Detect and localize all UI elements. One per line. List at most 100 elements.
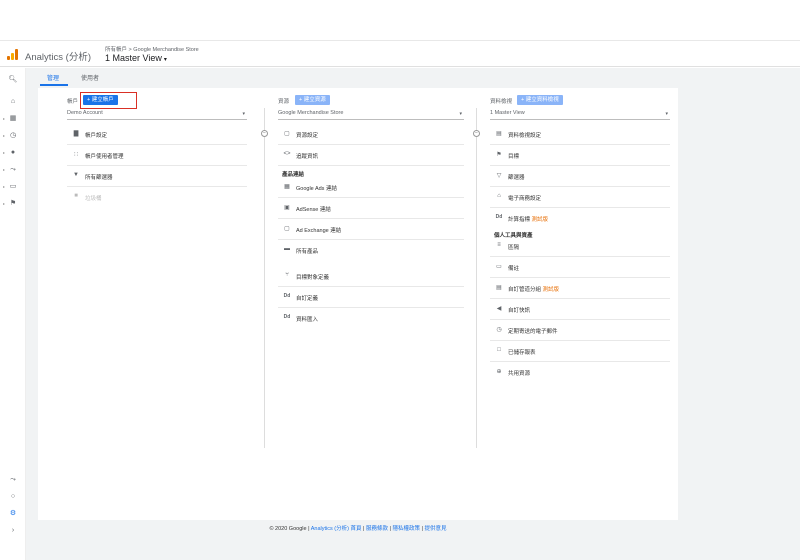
item-label: 自訂快訊 <box>508 308 531 314</box>
home-icon[interactable]: ⌂ <box>6 96 20 108</box>
trash-icon: ■ <box>74 193 78 199</box>
conversions-flag-icon[interactable]: ⚑ <box>6 198 20 210</box>
ads-icon: ▦ <box>284 184 290 190</box>
collapse-column-icon[interactable]: − <box>473 130 480 137</box>
attribution-icon[interactable]: ⤳ <box>6 474 20 486</box>
products-icon: ▬ <box>284 246 290 252</box>
item-label: 已儲存報表 <box>508 350 536 356</box>
tab-admin[interactable]: 管理 <box>47 73 59 82</box>
customization-icon[interactable]: ▦ <box>6 113 20 125</box>
top-blank-area <box>0 0 800 40</box>
app-bar: Analytics (分析) 所有帳戶 > Google Merchandise… <box>0 40 800 67</box>
footer-separator: | <box>363 526 365 532</box>
footer-link-feedback[interactable]: 提供意見 <box>425 526 447 532</box>
chevron-down-icon: ▾ <box>665 111 668 117</box>
audience-definitions-item[interactable]: ⑂ 目標對象定義 <box>278 266 464 287</box>
item-label: 所有產品 <box>296 249 319 255</box>
expand-nav-chevron-icon[interactable]: › <box>6 525 20 537</box>
discover-lightbulb-icon[interactable]: ○ <box>6 491 20 503</box>
breadcrumb[interactable]: 所有帳戶 > Google Merchandise Store <box>105 45 199 53</box>
custom-channel-grouping-item[interactable]: ▤ 自訂管道分組 測試版 <box>490 278 670 299</box>
view-dropdown[interactable]: 1 Master View ▾ <box>490 110 670 120</box>
channel-label: 自訂管道分組 <box>508 287 542 293</box>
property-dropdown-value: Google Merchandise Store <box>278 110 344 116</box>
annotations-item[interactable]: ▭ 備註 <box>490 257 670 278</box>
segments-item[interactable]: ≡ 區隔 <box>490 236 670 257</box>
view-settings-item[interactable]: ▤ 資料檢視設定 <box>490 124 670 145</box>
collapse-column-icon[interactable]: − <box>261 130 268 137</box>
item-label: 電子商務設定 <box>508 196 542 202</box>
view-name: 1 Master View <box>105 53 162 63</box>
google-ads-linking-item[interactable]: ▦ Google Ads 連結 <box>278 177 464 198</box>
create-property-button[interactable]: + 建立資源 <box>295 95 330 105</box>
all-filters-item[interactable]: ▼ 所有篩選器 <box>67 166 247 187</box>
ecommerce-settings-item[interactable]: ⌂ 電子商務設定 <box>490 187 670 208</box>
expand-arrow-icon[interactable]: ▸ <box>3 150 5 155</box>
footer-link-home[interactable]: Analytics (分析) 首頁 <box>311 526 362 532</box>
view-column-heading: 資料檢視 <box>490 99 513 105</box>
item-label: 篩選器 <box>508 175 525 181</box>
custom-alerts-item[interactable]: ◀ 自訂快訊 <box>490 299 670 320</box>
expand-arrow-icon[interactable]: ▸ <box>3 167 5 172</box>
beta-badge: 測試版 <box>531 217 549 223</box>
footer-link-terms[interactable]: 服務條款 <box>366 526 388 532</box>
property-dropdown[interactable]: Google Merchandise Store ▾ <box>278 110 464 120</box>
realtime-clock-icon[interactable]: ◷ <box>6 130 20 142</box>
goals-item[interactable]: ⚑ 目標 <box>490 145 670 166</box>
clock-icon: ◷ <box>496 327 502 333</box>
account-column-heading: 帳戶 <box>67 99 79 105</box>
share-assets-item[interactable]: ⊕ 共用資源 <box>490 362 670 383</box>
item-label: 備註 <box>508 266 520 272</box>
account-dropdown[interactable]: Demo Account ▾ <box>67 110 247 120</box>
dd-icon: Dd <box>495 214 503 220</box>
item-label: 自訂定義 <box>296 296 319 302</box>
data-import-item[interactable]: Dd 資料匯入 <box>278 308 464 329</box>
users-icon: ∷ <box>74 152 78 158</box>
behavior-icon[interactable]: ▭ <box>6 181 20 193</box>
admin-gear-icon[interactable]: ⚙ <box>6 508 20 520</box>
adsense-linking-item[interactable]: ▣ AdSense 連結 <box>278 198 464 219</box>
tab-users[interactable]: 使用者 <box>81 73 99 82</box>
ad-exchange-linking-item[interactable]: ▢ Ad Exchange 連結 <box>278 219 464 240</box>
all-products-item[interactable]: ▬ 所有產品 <box>278 240 464 261</box>
search-icon[interactable]: 🔍︎ <box>6 74 20 86</box>
view-selector[interactable]: 1 Master View ▾ <box>105 53 167 63</box>
cart-icon: ⌂ <box>497 193 501 199</box>
flag-icon: ⚑ <box>496 152 502 158</box>
acquisition-icon[interactable]: ⤳ <box>6 164 20 176</box>
custom-definitions-item[interactable]: Dd 自訂定義 <box>278 287 464 308</box>
doc-icon: ▤ <box>496 131 502 137</box>
item-label: 定期寄送的電子郵件 <box>508 329 558 335</box>
item-label: 資料匯入 <box>296 317 319 323</box>
item-label: 區隔 <box>508 245 520 251</box>
expand-arrow-icon[interactable]: ▸ <box>3 201 5 206</box>
dd-icon: Dd <box>283 293 291 299</box>
expand-arrow-icon[interactable]: ▸ <box>3 133 5 138</box>
account-settings-item[interactable]: ▇ 帳戶設定 <box>67 124 247 145</box>
main-content: 管理 使用者 帳戶 + 建立帳戶 Demo Account ▾ ▇ 帳戶設定 ∷… <box>26 68 800 560</box>
view-filters-item[interactable]: ▽ 篩選器 <box>490 166 670 187</box>
saved-reports-item[interactable]: □ 已儲存報表 <box>490 341 670 362</box>
item-label: 自訂管道分組 測試版 <box>508 285 559 293</box>
saved-icon: □ <box>497 347 501 353</box>
item-label: 追蹤資訊 <box>296 154 319 160</box>
scheduled-emails-item[interactable]: ◷ 定期寄送的電子郵件 <box>490 320 670 341</box>
calculated-metrics-item[interactable]: Dd 計算指標 測試版 <box>490 208 670 229</box>
item-label: 共用資源 <box>508 371 531 377</box>
audience-person-icon[interactable]: ● <box>6 147 20 159</box>
code-icon: <> <box>283 151 291 157</box>
tracking-info-item[interactable]: <> 追蹤資訊 <box>278 145 464 166</box>
segments-icon: ≡ <box>497 242 501 248</box>
chevron-down-icon: ▾ <box>459 111 462 117</box>
create-view-button[interactable]: + 建立資料檢視 <box>517 95 563 105</box>
column-divider <box>476 108 477 448</box>
footer-link-privacy[interactable]: 隱私權政策 <box>393 526 421 532</box>
analytics-logo-icon[interactable] <box>7 49 19 60</box>
expand-arrow-icon[interactable]: ▸ <box>3 184 5 189</box>
property-settings-item[interactable]: ▢ 資源設定 <box>278 124 464 145</box>
share-icon: ⊕ <box>496 369 502 375</box>
account-user-management-item[interactable]: ∷ 帳戶使用者管理 <box>67 145 247 166</box>
expand-arrow-icon[interactable]: ▸ <box>3 116 5 121</box>
column-divider <box>264 108 265 448</box>
building-icon: ▇ <box>73 131 79 137</box>
